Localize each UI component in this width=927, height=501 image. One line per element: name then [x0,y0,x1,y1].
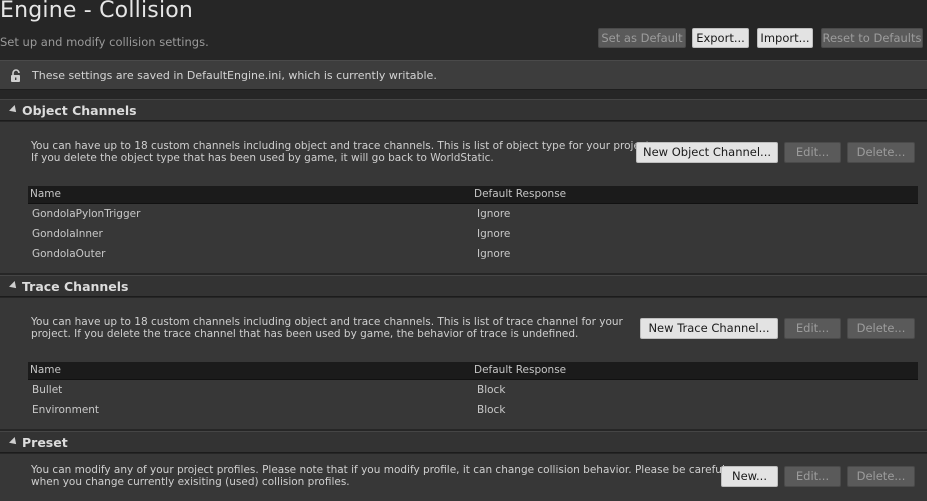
new-object-channel-button[interactable]: New Object Channel... [636,142,778,163]
channel-response: Block [477,404,506,416]
edit-object-channel-button[interactable]: Edit... [784,142,841,163]
page-title: Engine - Collision [0,0,194,23]
channel-name: GondolaPylonTrigger [32,208,141,220]
table-row[interactable]: GondolaInner Ignore [28,224,918,244]
import-button[interactable]: Import... [757,28,813,48]
section-title: Preset [22,435,68,450]
new-preset-button[interactable]: New... [721,466,778,487]
collapse-arrow-icon[interactable] [9,437,19,447]
edit-preset-button[interactable]: Edit... [784,466,841,487]
page-subtitle: Set up and modify collision settings. [0,35,209,49]
edit-trace-channel-button[interactable]: Edit... [784,318,841,339]
channel-name: Environment [32,404,100,416]
preset-panel: You can modify any of your project profi… [0,454,927,501]
trace-channels-table-header: Name Default Response [28,362,918,380]
channel-response: Block [477,384,506,396]
preset-description: You can modify any of your project profi… [31,464,725,488]
table-row[interactable]: GondolaPylonTrigger Ignore [28,204,918,224]
table-row[interactable]: Environment Block [28,400,918,420]
reset-to-defaults-button[interactable]: Reset to Defaults [821,28,923,48]
collapse-arrow-icon[interactable] [9,105,19,115]
set-as-default-button[interactable]: Set as Default [598,28,686,48]
section-header-trace-channels[interactable]: Trace Channels [0,275,927,297]
collapse-arrow-icon[interactable] [9,281,19,291]
channel-name: GondolaInner [32,228,103,240]
export-button[interactable]: Export... [692,28,749,48]
section-header-object-channels[interactable]: Object Channels [0,99,927,121]
section-title: Object Channels [22,103,137,118]
delete-object-channel-button[interactable]: Delete... [847,142,915,163]
trace-channels-description: You can have up to 18 custom channels in… [31,316,623,340]
channel-name: GondolaOuter [32,248,106,260]
channel-response: Ignore [477,208,511,220]
section-title: Trace Channels [22,279,129,294]
channel-response: Ignore [477,228,511,240]
delete-preset-button[interactable]: Delete... [847,466,915,487]
channel-name: Bullet [32,384,63,396]
trace-channels-panel: You can have up to 18 custom channels in… [0,298,927,429]
channel-response: Ignore [477,248,511,260]
table-row[interactable]: Bullet Block [28,380,918,400]
object-channels-description: You can have up to 18 custom channels in… [31,140,654,164]
new-trace-channel-button[interactable]: New Trace Channel... [640,318,778,339]
writable-notice: These settings are saved in DefaultEngin… [0,60,927,90]
page-header: Engine - Collision Set up and modify col… [0,0,927,56]
unlock-icon [11,69,20,82]
object-channels-table-header: Name Default Response [28,186,918,204]
column-name: Name [30,364,61,376]
delete-trace-channel-button[interactable]: Delete... [847,318,915,339]
notice-text: These settings are saved in DefaultEngin… [32,69,437,82]
table-row[interactable]: GondolaOuter Ignore [28,244,918,264]
column-name: Name [30,188,61,200]
column-default-response: Default Response [474,188,567,200]
section-header-preset[interactable]: Preset [0,431,927,453]
object-channels-panel: You can have up to 18 custom channels in… [0,122,927,273]
column-default-response: Default Response [474,364,567,376]
